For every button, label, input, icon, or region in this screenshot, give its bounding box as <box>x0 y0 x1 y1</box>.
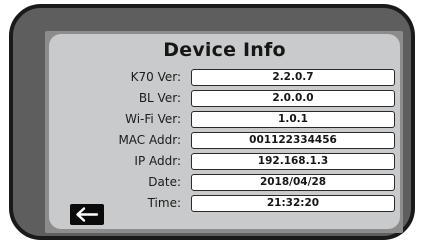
row-mac-address: MAC Addr: 001122334456 <box>49 132 400 149</box>
wifi-version-value: 1.0.1 <box>191 111 395 128</box>
bl-version-label: BL Ver: <box>138 91 181 105</box>
ip-address-label: IP Addr: <box>134 154 181 168</box>
device-frame: Device Info K70 Ver: 2.2.0.7 BL Ver: 2.0… <box>9 4 415 240</box>
time-label: Time: <box>147 196 181 210</box>
page-title: Device Info <box>163 39 286 61</box>
mac-address-value: 001122334456 <box>191 132 395 149</box>
row-ip-address: IP Addr: 192.168.1.3 <box>49 153 400 170</box>
time-value: 21:32:20 <box>191 195 395 212</box>
k70-version-label: K70 Ver: <box>130 70 181 84</box>
back-button[interactable] <box>70 204 104 225</box>
k70-version-value: 2.2.0.7 <box>191 69 395 86</box>
mac-address-label: MAC Addr: <box>118 133 181 147</box>
row-bl-version: BL Ver: 2.0.0.0 <box>49 90 400 107</box>
row-k70-version: K70 Ver: 2.2.0.7 <box>49 69 400 86</box>
wifi-version-label: Wi-Fi Ver: <box>125 112 181 126</box>
row-date: Date: 2018/04/28 <box>49 174 400 191</box>
row-wifi-version: Wi-Fi Ver: 1.0.1 <box>49 111 400 128</box>
date-value: 2018/04/28 <box>191 174 395 191</box>
date-label: Date: <box>148 175 181 189</box>
screen: Device Info K70 Ver: 2.2.0.7 BL Ver: 2.0… <box>49 34 400 229</box>
arrow-left-icon <box>76 207 99 222</box>
bl-version-value: 2.0.0.0 <box>191 90 395 107</box>
ip-address-value: 192.168.1.3 <box>191 153 395 170</box>
